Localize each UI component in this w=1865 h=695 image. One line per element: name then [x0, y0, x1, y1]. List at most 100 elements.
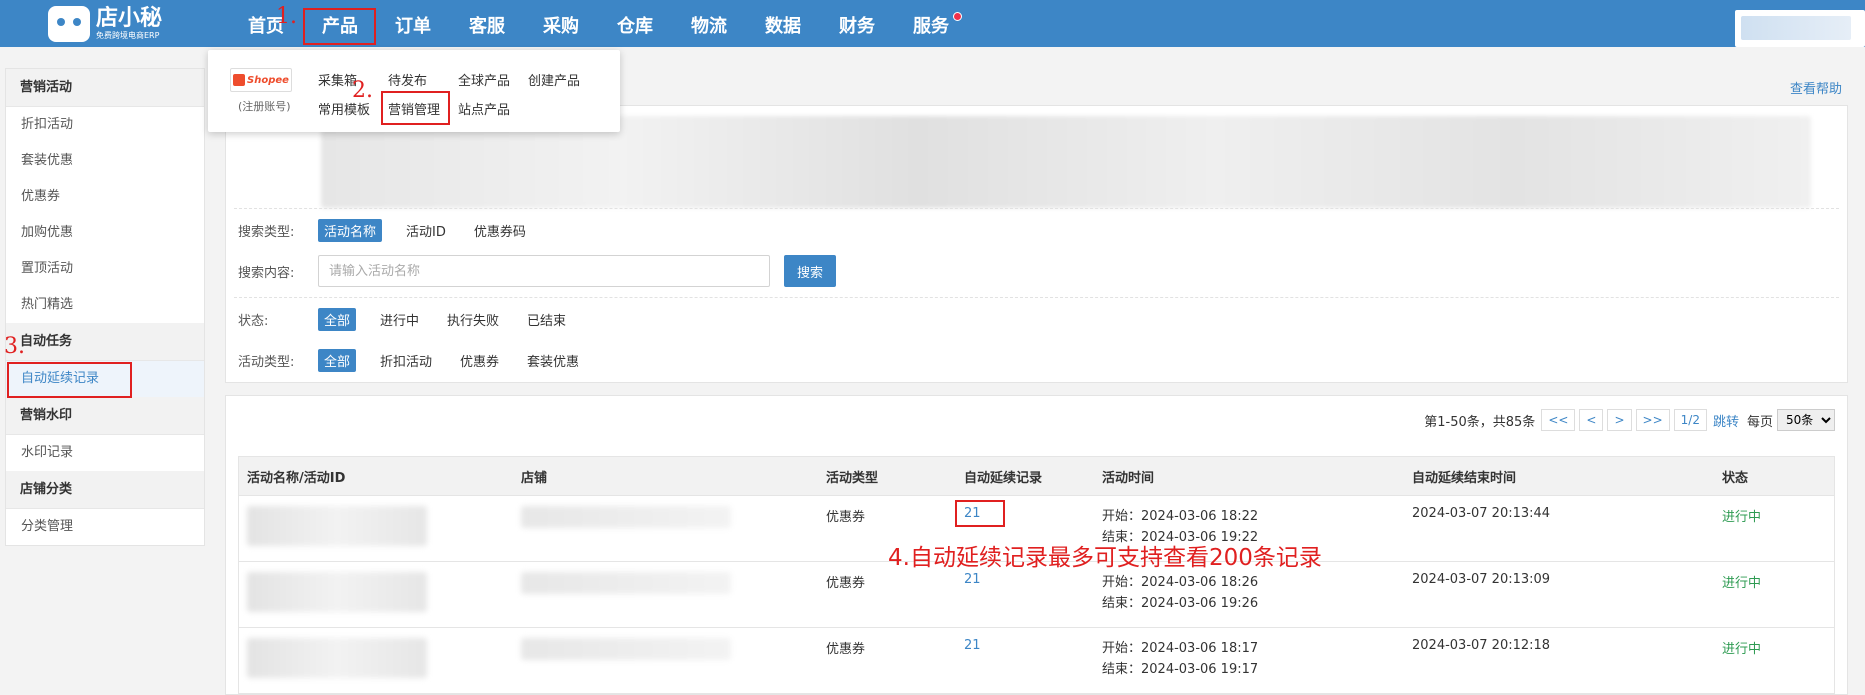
activity-type-voucher[interactable]: 优惠券	[460, 351, 499, 370]
search-type-activity-name[interactable]: 活动名称	[318, 218, 383, 242]
activity-type-bundle[interactable]: 套装优惠	[527, 351, 579, 370]
search-type-activity-id[interactable]: 活动ID	[406, 221, 446, 240]
status-all[interactable]: 全部	[318, 307, 357, 331]
table-row: 优惠券 21 开始：2024-03-06 18:17 结束：2024-03-06…	[238, 628, 1835, 694]
shop-name-blurred	[521, 506, 731, 528]
sidebar-header-auto-task: 自动任务	[6, 323, 204, 361]
page-first-button[interactable]: <<	[1541, 409, 1576, 431]
col-renew-records: 自动延续记录	[964, 470, 1043, 486]
renew-records-link[interactable]: 21	[964, 638, 981, 653]
sidebar: 营销活动 折扣活动 套装优惠 优惠券 加购优惠 置顶活动 热门精选 自动任务 自…	[5, 68, 205, 546]
logo[interactable]: 店小秘 免费跨境电商ERP	[48, 0, 162, 47]
divider	[234, 297, 1839, 298]
sidebar-item-voucher[interactable]: 优惠券	[6, 179, 204, 215]
nav-customer-service[interactable]: 客服	[469, 0, 505, 47]
sidebar-header-watermark: 营销水印	[6, 397, 204, 435]
highlight-auto-renew-record	[7, 362, 132, 398]
activity-end-time: 结束：2024-03-06 19:17	[1102, 662, 1259, 677]
highlight-marketing-management	[381, 91, 450, 125]
status-row: 状态: 全部 进行中 执行失败 已结束	[238, 305, 594, 333]
highlight-renew-records	[955, 500, 1005, 527]
shop-name-blurred	[521, 638, 731, 660]
highlight-products	[303, 8, 376, 45]
nav-data[interactable]: 数据	[765, 0, 801, 47]
divider	[234, 208, 1839, 209]
menu-create-product[interactable]: 创建产品	[528, 70, 580, 89]
page-next-button[interactable]: >	[1607, 409, 1632, 431]
activity-type-label: 活动类型:	[238, 354, 295, 370]
search-button[interactable]: 搜索	[784, 255, 836, 287]
activity-type-discount[interactable]: 折扣活动	[380, 351, 432, 370]
col-activity-time: 活动时间	[1102, 470, 1155, 486]
search-content-row: 搜索内容: 搜索	[238, 254, 836, 288]
page-last-button[interactable]: >>	[1635, 409, 1670, 431]
activity-name-blurred	[247, 638, 427, 678]
shopee-register-note: (注册账号)	[238, 100, 291, 113]
activity-type-cell: 优惠券	[826, 576, 866, 591]
activity-start-time: 开始：2024-03-06 18:22	[1102, 509, 1259, 524]
sidebar-item-discount[interactable]: 折扣活动	[6, 107, 204, 143]
activity-name-blurred	[247, 506, 427, 546]
user-name-blurred	[1741, 16, 1851, 40]
brand-tagline: 免费跨境电商ERP	[96, 30, 160, 40]
search-type-voucher-code[interactable]: 优惠券码	[474, 221, 526, 240]
renew-end-time-cell: 2024-03-07 20:13:09	[1412, 572, 1551, 587]
nav-purchase[interactable]: 采购	[543, 0, 579, 47]
activity-start-time: 开始：2024-03-06 18:26	[1102, 575, 1259, 590]
activity-type-cell: 优惠券	[826, 642, 866, 657]
sidebar-item-bundle[interactable]: 套装优惠	[6, 143, 204, 179]
shop-name-blurred	[521, 572, 731, 594]
status-ended[interactable]: 已结束	[527, 310, 566, 329]
sidebar-item-hot-select[interactable]: 热门精选	[6, 287, 204, 323]
menu-pending-publish[interactable]: 待发布	[388, 70, 427, 89]
shopee-platform-badge[interactable]: Shopee	[230, 68, 292, 92]
activity-type-all[interactable]: 全部	[318, 348, 357, 372]
status-label: 状态:	[238, 313, 269, 329]
activity-name-blurred	[247, 572, 427, 612]
col-activity-type: 活动类型	[826, 470, 879, 486]
annotation-2: 2.	[352, 78, 373, 103]
activity-table: 活动名称/活动ID 店铺 活动类型 自动延续记录 活动时间 自动延续结束时间 状…	[238, 456, 1835, 694]
help-link[interactable]: 查看帮助	[1790, 78, 1842, 97]
renew-records-link[interactable]: 21	[964, 572, 981, 587]
renew-end-time-cell: 2024-03-07 20:13:44	[1412, 506, 1551, 521]
page-prev-button[interactable]: <	[1579, 409, 1604, 431]
search-content-label: 搜索内容:	[238, 265, 295, 281]
shopee-bag-icon	[233, 74, 246, 86]
activity-type-cell: 优惠券	[826, 510, 866, 525]
status-badge: 进行中	[1722, 576, 1762, 591]
nav-logistics[interactable]: 物流	[691, 0, 727, 47]
sidebar-item-top-pick[interactable]: 置顶活动	[6, 251, 204, 287]
page-jump-link[interactable]: 跳转	[1713, 411, 1739, 430]
sidebar-item-addon[interactable]: 加购优惠	[6, 215, 204, 251]
col-renew-end-time: 自动延续结束时间	[1412, 470, 1517, 486]
search-type-row: 搜索类型: 活动名称 活动ID 优惠券码	[238, 216, 554, 244]
page-indicator[interactable]: 1/2	[1673, 409, 1707, 431]
sidebar-item-category-manage[interactable]: 分类管理	[6, 509, 204, 545]
table-header: 活动名称/活动ID 店铺 活动类型 自动延续记录 活动时间 自动延续结束时间 状…	[238, 456, 1835, 496]
nav-services[interactable]: 服务	[913, 0, 949, 47]
status-running[interactable]: 进行中	[380, 310, 419, 329]
filter-panel: 搜索类型: 活动名称 活动ID 优惠券码 搜索内容: 搜索 状态: 全部 进行中…	[225, 105, 1848, 383]
activity-type-row: 活动类型: 全部 折扣活动 优惠券 套装优惠	[238, 346, 607, 374]
col-status: 状态	[1722, 470, 1749, 486]
sidebar-header-marketing: 营销活动	[6, 69, 204, 107]
annotation-4: 4.自动延续记录最多可支持查看200条记录	[888, 545, 1322, 571]
user-account[interactable]	[1735, 10, 1865, 47]
status-badge: 进行中	[1722, 642, 1762, 657]
menu-global-products[interactable]: 全球产品	[458, 70, 510, 89]
activity-end-time: 结束：2024-03-06 19:26	[1102, 596, 1259, 611]
status-failed[interactable]: 执行失败	[447, 310, 499, 329]
per-page-select[interactable]: 50条	[1777, 409, 1835, 431]
per-page-label: 每页	[1746, 414, 1773, 430]
menu-site-products[interactable]: 站点产品	[458, 99, 510, 118]
nav-warehouse[interactable]: 仓库	[617, 0, 653, 47]
search-input[interactable]	[318, 255, 770, 287]
pagination-total: 第1-50条，共85条	[1424, 414, 1536, 430]
search-type-label: 搜索类型:	[238, 224, 295, 240]
sidebar-item-watermark-record[interactable]: 水印记录	[6, 435, 204, 471]
nav-orders[interactable]: 订单	[395, 0, 431, 47]
nav-finance[interactable]: 财务	[839, 0, 875, 47]
activity-start-time: 开始：2024-03-06 18:17	[1102, 641, 1259, 656]
brand-name: 店小秘	[96, 5, 163, 31]
